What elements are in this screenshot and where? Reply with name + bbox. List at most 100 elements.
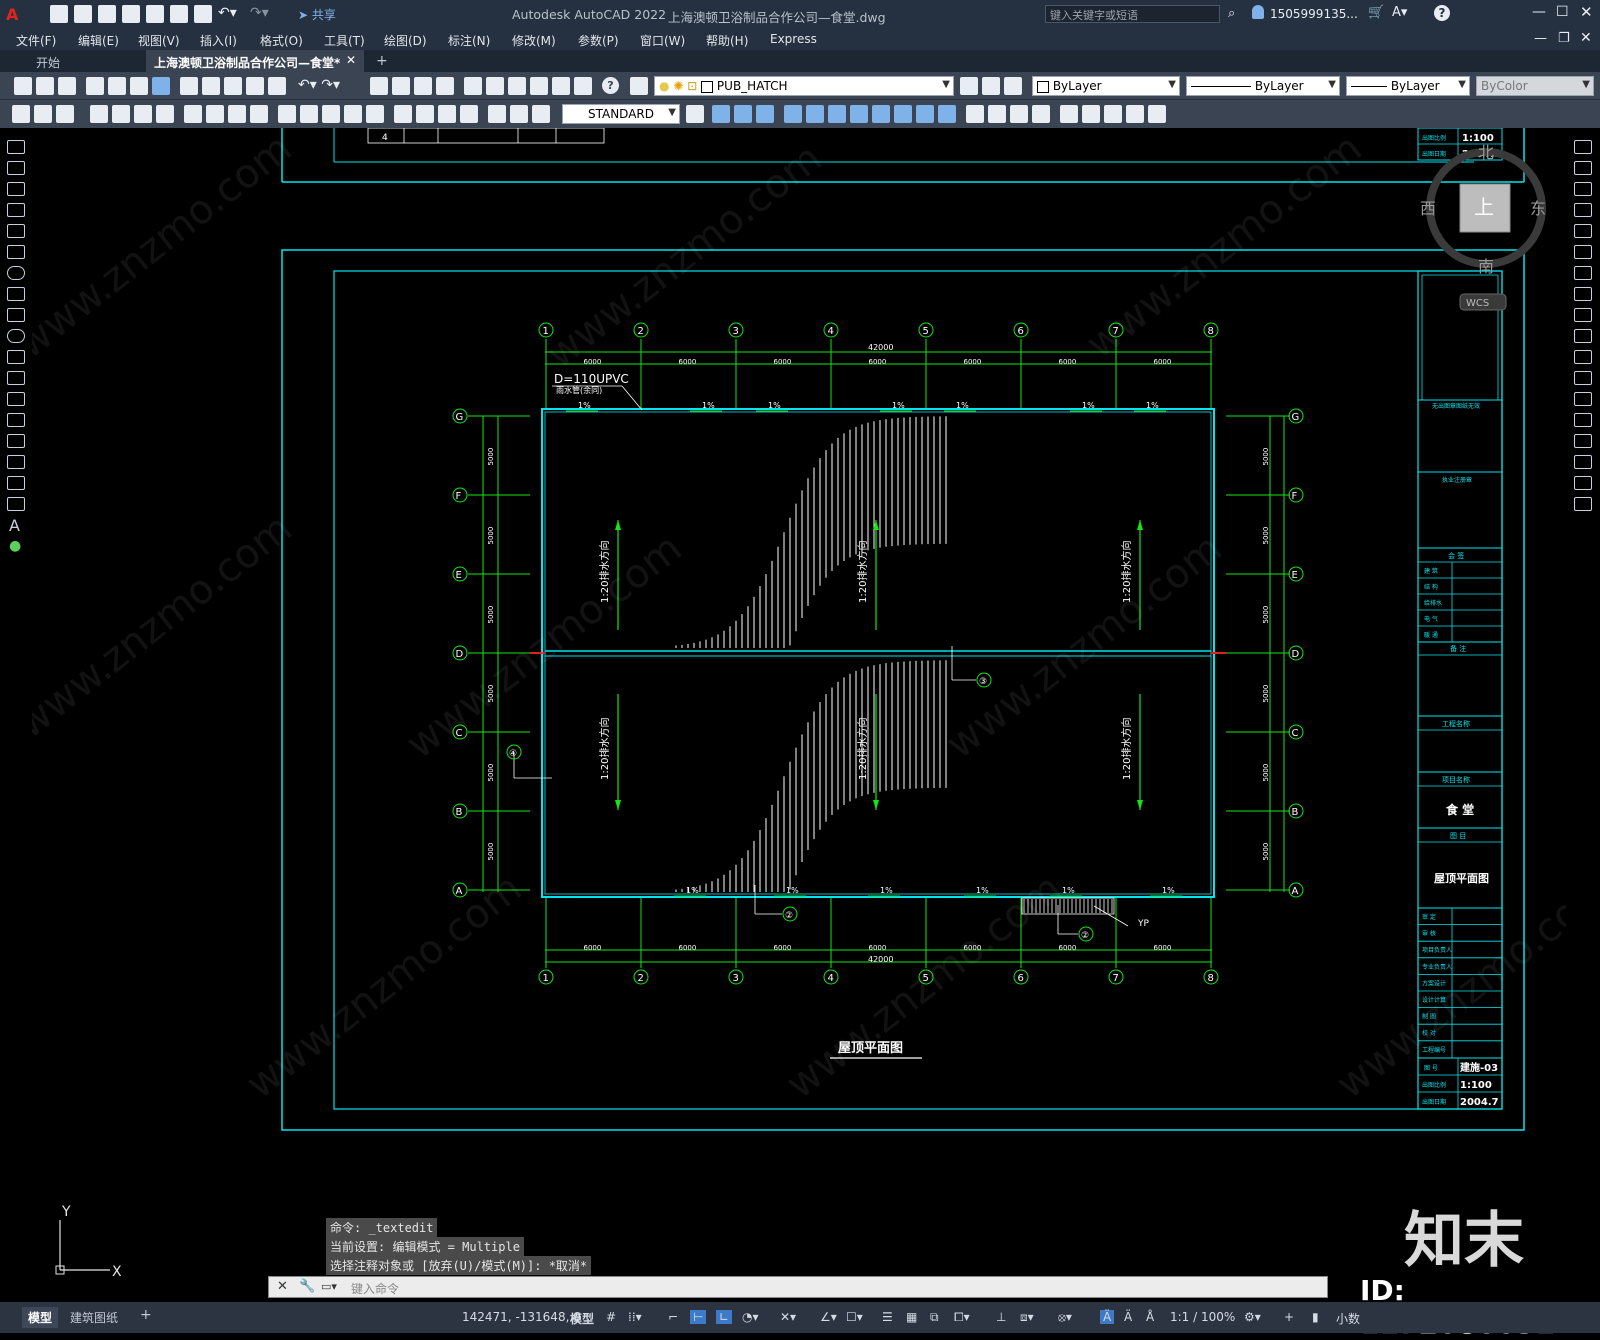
move-icon[interactable] bbox=[1574, 245, 1592, 259]
help-icon[interactable]: ? bbox=[1434, 5, 1450, 21]
box-icon[interactable] bbox=[712, 105, 730, 123]
menu-draw[interactable]: 绘图(D) bbox=[384, 32, 427, 49]
dimstyle-icon[interactable] bbox=[686, 105, 704, 123]
menu-insert[interactable]: 插入(I) bbox=[200, 32, 237, 49]
blockedit-icon[interactable] bbox=[268, 77, 286, 95]
add-layout-icon[interactable]: + bbox=[140, 1307, 152, 1323]
line-icon[interactable] bbox=[7, 140, 25, 154]
autoscale-icon[interactable]: Ä bbox=[1124, 1310, 1132, 1324]
polar-icon[interactable]: ◔▾ bbox=[742, 1310, 759, 1324]
model-space[interactable]: 模型 bbox=[570, 1310, 594, 1327]
dim-radius-icon[interactable] bbox=[184, 105, 202, 123]
planar-icon[interactable] bbox=[894, 105, 912, 123]
search-icon[interactable]: ⌕ bbox=[1228, 6, 1235, 21]
preview-icon[interactable] bbox=[108, 77, 126, 95]
dim-space-icon[interactable] bbox=[344, 105, 362, 123]
print-icon[interactable] bbox=[86, 77, 104, 95]
search-input[interactable]: 键入关键字或短语 bbox=[1045, 5, 1220, 23]
cart-icon[interactable]: 🛒 bbox=[1368, 5, 1384, 20]
viewcube-west[interactable]: 西 bbox=[1420, 199, 1436, 218]
model-tab[interactable]: 模型 bbox=[22, 1307, 59, 1328]
torus-icon[interactable] bbox=[828, 105, 846, 123]
doc-minimize-icon[interactable]: — bbox=[1534, 31, 1547, 46]
new-icon[interactable] bbox=[50, 5, 68, 23]
union-icon[interactable] bbox=[1032, 105, 1050, 123]
point-icon[interactable] bbox=[7, 413, 25, 427]
erase-icon[interactable] bbox=[1574, 140, 1592, 154]
scale-icon[interactable] bbox=[1574, 287, 1592, 301]
polyline-icon[interactable] bbox=[7, 182, 25, 196]
menu-dimension[interactable]: 标注(N) bbox=[448, 32, 490, 49]
learn-icon[interactable]: A▾ bbox=[1392, 5, 1407, 20]
chamfer-icon[interactable] bbox=[1574, 434, 1592, 448]
blend-icon[interactable] bbox=[1574, 476, 1592, 490]
lineweight-icon[interactable]: ☰ bbox=[882, 1310, 893, 1324]
annotation-scale[interactable]: 1:1 / 100% bbox=[1170, 1310, 1235, 1324]
array-icon[interactable] bbox=[1574, 224, 1592, 238]
arc-icon[interactable] bbox=[7, 245, 25, 259]
mirror-icon[interactable] bbox=[1574, 182, 1592, 196]
quick-dim-icon[interactable] bbox=[278, 105, 296, 123]
annotation-scale-icon[interactable]: Å bbox=[1146, 1310, 1154, 1324]
infer-icon[interactable]: ⌐ bbox=[668, 1310, 678, 1324]
tab-start[interactable]: 开始 bbox=[28, 50, 143, 72]
rectangle-icon[interactable] bbox=[7, 224, 25, 238]
presspull-icon[interactable] bbox=[938, 105, 956, 123]
draworder-icon[interactable] bbox=[12, 105, 30, 123]
save-icon[interactable] bbox=[98, 5, 116, 23]
explode-icon[interactable] bbox=[1574, 497, 1592, 511]
menu-express[interactable]: Express bbox=[770, 32, 817, 46]
viewcube-north[interactable]: 北 bbox=[1478, 143, 1494, 162]
stretch-icon[interactable] bbox=[1574, 308, 1592, 322]
autocad-logo-icon[interactable]: A bbox=[6, 5, 22, 24]
command-close-icon[interactable]: ✕ bbox=[277, 1279, 288, 1294]
sendback-icon[interactable] bbox=[56, 105, 74, 123]
dim-text-edit-icon[interactable] bbox=[510, 105, 528, 123]
intersect-icon[interactable] bbox=[1082, 105, 1100, 123]
pan-icon[interactable] bbox=[370, 77, 388, 95]
undo-tb-icon[interactable]: ↶▾ ↷▾ bbox=[298, 77, 340, 93]
break-icon[interactable] bbox=[1574, 392, 1592, 406]
calculator-icon[interactable] bbox=[574, 77, 592, 95]
properties-icon[interactable] bbox=[464, 77, 482, 95]
fillet-icon[interactable] bbox=[1574, 455, 1592, 469]
thicken-icon[interactable] bbox=[1126, 105, 1144, 123]
imprint-icon[interactable] bbox=[1148, 105, 1166, 123]
dim-jogged-icon[interactable] bbox=[206, 105, 224, 123]
subtract-icon[interactable] bbox=[1060, 105, 1078, 123]
ortho-icon[interactable]: ∟ bbox=[716, 1310, 733, 1324]
make-block-icon[interactable] bbox=[7, 392, 25, 406]
table-icon[interactable] bbox=[7, 497, 25, 511]
dim-linear-icon[interactable] bbox=[90, 105, 108, 123]
slice-icon[interactable] bbox=[1104, 105, 1122, 123]
plotstyle-dropdown[interactable]: ByColor ▼ bbox=[1476, 76, 1594, 96]
dynamic-ucs-icon[interactable]: ⊥ bbox=[996, 1310, 1006, 1324]
coordinates[interactable]: 142471, -131648, 0 bbox=[462, 1310, 581, 1324]
dim-break-icon[interactable] bbox=[366, 105, 384, 123]
construction-line-icon[interactable] bbox=[7, 161, 25, 175]
viewcube-south[interactable]: 南 bbox=[1478, 257, 1494, 276]
spline-icon[interactable] bbox=[7, 308, 25, 322]
workspace-icon[interactable]: ⚙▾ bbox=[1244, 1310, 1261, 1324]
annotation-monitor-icon[interactable]: + bbox=[1284, 1310, 1294, 1324]
menu-format[interactable]: 格式(O) bbox=[260, 32, 303, 49]
region-icon[interactable] bbox=[7, 476, 25, 490]
ellipse-arc-icon[interactable] bbox=[7, 350, 25, 364]
publish-icon[interactable] bbox=[130, 77, 148, 95]
zoom-previous-icon[interactable] bbox=[436, 77, 454, 95]
menu-view[interactable]: 视图(V) bbox=[138, 32, 180, 49]
doc-restore-icon[interactable]: ❐ bbox=[1558, 31, 1570, 46]
snap-icon[interactable]: ⁞⁞▾ bbox=[628, 1310, 642, 1324]
viewcube-east[interactable]: 东 bbox=[1530, 199, 1546, 218]
layer-state-icon[interactable] bbox=[1004, 77, 1022, 95]
cut-icon[interactable] bbox=[180, 77, 198, 95]
cone-icon[interactable] bbox=[756, 105, 774, 123]
dimstyle-dropdown[interactable]: STANDARD ▼ bbox=[562, 104, 680, 124]
lineweight-dropdown[interactable]: ByLayer ▼ bbox=[1346, 76, 1470, 96]
designcenter-icon[interactable] bbox=[486, 77, 504, 95]
object-track-icon[interactable]: ∠▾ bbox=[820, 1310, 837, 1324]
make-current-icon[interactable] bbox=[960, 77, 978, 95]
break-point-icon[interactable] bbox=[1574, 371, 1592, 385]
help-tb-icon[interactable]: ? bbox=[602, 77, 619, 94]
3d-dwf-icon[interactable] bbox=[152, 77, 170, 95]
